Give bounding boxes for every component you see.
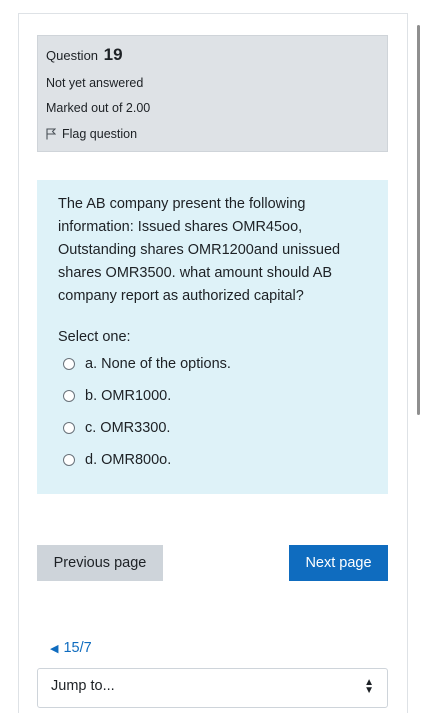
option-d[interactable]: d. OMR800o. [63,444,367,476]
option-label: c. OMR3300. [85,420,171,436]
option-a[interactable]: a. None of the options. [63,348,367,380]
flag-question-link[interactable]: Flag question [46,127,387,141]
marks-info: Marked out of 2.00 [46,101,151,115]
scrollbar[interactable] [417,25,420,415]
jump-to-label: Jump to... [51,678,115,694]
radio-button[interactable] [63,422,75,434]
question-number-value: 19 [103,45,123,64]
question-label: Question [46,48,99,63]
back-link-label: 15/7 [63,640,92,656]
question-text: The AB company present the following inf… [58,196,341,304]
question-info-panel: Question 19 Not yet answered Marked out … [37,35,388,152]
previous-page-button[interactable]: Previous page [37,545,163,581]
radio-button[interactable] [63,454,75,466]
jump-to-select[interactable]: Jump to... ▲ ▼ [37,668,388,708]
select-prompt: Select one: [58,329,131,345]
answer-status: Not yet answered [46,76,144,90]
option-label: d. OMR800o. [85,452,172,468]
back-link[interactable]: ◀ 15/7 [50,640,92,656]
question-number: Question 19 [46,45,387,65]
triangle-left-icon: ◀ [50,642,59,655]
option-label: a. None of the options. [85,356,231,372]
option-c[interactable]: c. OMR3300. [63,412,367,444]
radio-button[interactable] [63,358,75,370]
next-page-button[interactable]: Next page [289,545,388,581]
option-label: b. OMR1000. [85,388,172,404]
option-b[interactable]: b. OMR1000. [63,380,367,412]
radio-button[interactable] [63,390,75,402]
flag-question-label: Flag question [62,127,138,141]
question-content: The AB company present the following inf… [37,180,388,494]
select-arrows-icon: ▲ ▼ [364,677,374,696]
flag-icon [46,128,56,140]
answer-options: a. None of the options. b. OMR1000. c. O… [58,348,367,476]
